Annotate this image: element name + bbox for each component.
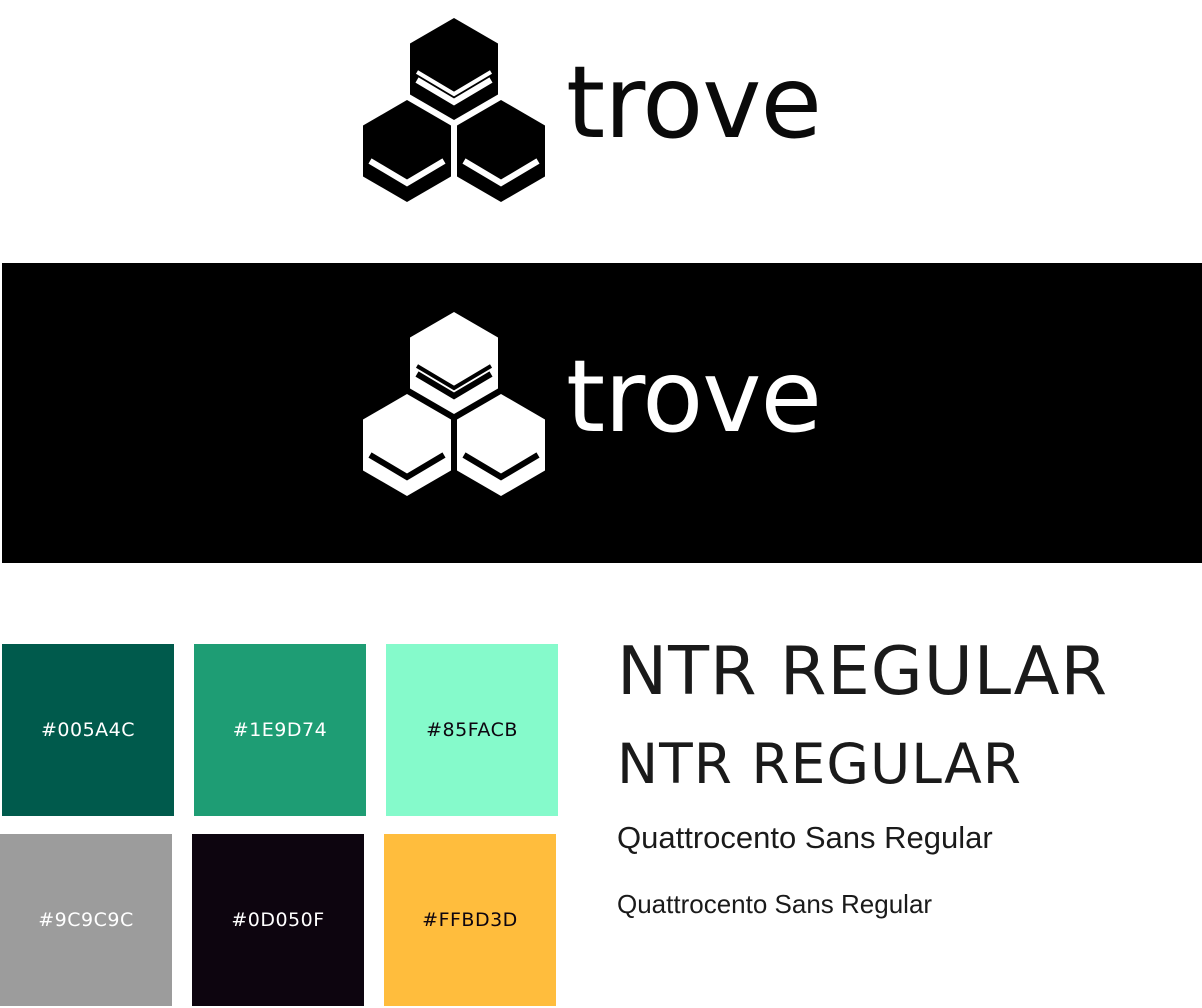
hexagon-cluster-icon	[361, 312, 547, 498]
color-swatch: #1E9D74	[194, 644, 366, 816]
color-swatch: #85FACB	[386, 644, 558, 816]
swatch-label: #0D050F	[231, 909, 325, 931]
logo-wordmark: trove	[566, 338, 822, 455]
color-swatch: #005A4C	[2, 644, 174, 816]
color-swatch: #FFBD3D	[384, 834, 556, 1006]
swatch-label: #1E9D74	[232, 719, 328, 741]
typography-sample-heading-large: NTR REGULAR	[617, 632, 1108, 710]
typography-sample-body-small: Quattrocento Sans Regular	[617, 889, 933, 919]
swatch-label: #005A4C	[40, 719, 136, 741]
hexagon-cluster-icon	[361, 18, 547, 204]
swatch-label: #FFBD3D	[422, 909, 518, 931]
swatch-label: #9C9C9C	[38, 909, 134, 931]
logo-wordmark: trove	[566, 44, 822, 161]
logo-dark-variant: trove	[2, 263, 1202, 563]
logo-light-variant: trove	[0, 0, 1202, 222]
swatch-label: #85FACB	[426, 719, 518, 741]
typography-sample-body-large: Quattrocento Sans Regular	[617, 820, 993, 855]
color-swatch: #0D050F	[192, 834, 364, 1006]
color-swatch: #9C9C9C	[0, 834, 172, 1006]
typography-sample-heading-medium: NTR REGULAR	[617, 732, 1023, 796]
